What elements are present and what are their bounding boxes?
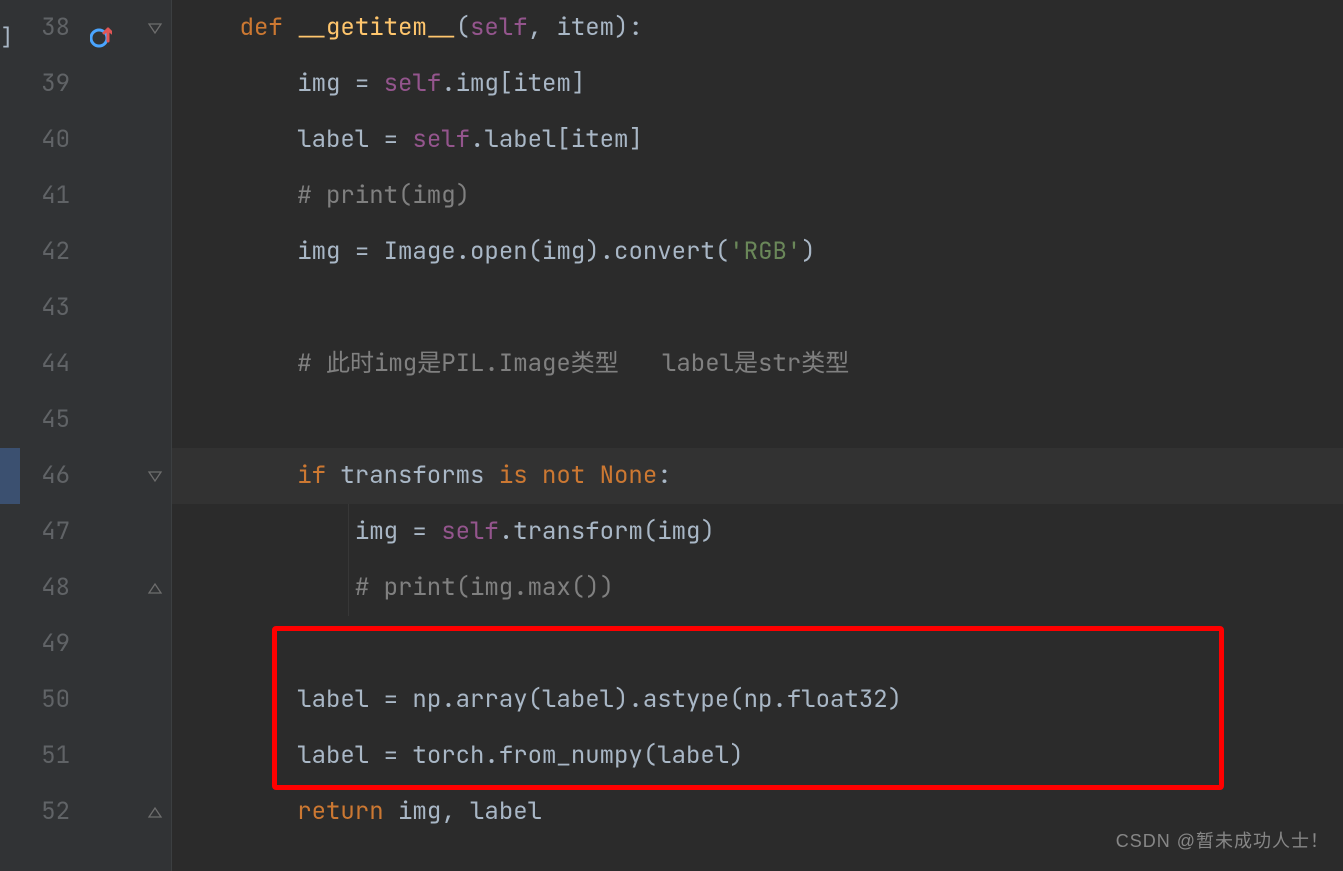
watermark-text: CSDN @暂未成功人士！ [1116,813,1329,869]
keyword-def: def [240,12,298,43]
fold-bracket-icon: ] [0,10,13,66]
line-number[interactable]: 46 [20,448,70,504]
code-area[interactable]: def __getitem__(self, item): img = self.… [172,0,1343,871]
code-line[interactable] [182,392,1343,448]
string-literal: 'RGB' [729,236,801,267]
comment: # print(img.max()) [355,572,614,603]
code-line[interactable]: img = self.transform(img) [182,504,1343,560]
fold-end-handle-icon[interactable] [147,580,163,596]
line-number[interactable]: 52 [20,784,70,840]
fold-column[interactable] [138,0,172,871]
line-number[interactable]: 49 [20,616,70,672]
comment: # print(img) [297,180,470,211]
code-line[interactable]: if transforms is not None: [182,448,1343,504]
code-line[interactable]: def __getitem__(self, item): [182,0,1343,56]
gutter-left-edge: ] [0,0,20,871]
keyword-if: if [297,460,340,491]
comment: # 此时img是PIL.Image类型 label是str类型 [297,348,849,379]
line-number[interactable]: 43 [20,280,70,336]
code-line[interactable]: img = self.img[item] [182,56,1343,112]
code-line[interactable]: # 此时img是PIL.Image类型 label是str类型 [182,336,1343,392]
self-param: self [470,12,528,43]
caret-line-marker [0,448,20,504]
line-number[interactable]: 44 [20,336,70,392]
line-number[interactable]: 41 [20,168,70,224]
line-number[interactable]: 51 [20,728,70,784]
code-line[interactable]: label = torch.from_numpy(label) [182,728,1343,784]
line-number[interactable]: 42 [20,224,70,280]
code-line[interactable]: # print(img) [182,168,1343,224]
fold-end-handle-icon[interactable] [147,804,163,820]
fold-handle-icon[interactable] [147,468,163,484]
line-number[interactable]: 39 [20,56,70,112]
line-number[interactable]: 40 [20,112,70,168]
code-line[interactable]: label = self.label[item] [182,112,1343,168]
line-number[interactable]: 48 [20,560,70,616]
line-number[interactable]: 45 [20,392,70,448]
code-editor[interactable]: ] 38 39 40 41 42 43 44 45 46 47 48 49 50… [0,0,1343,871]
function-name: __getitem__ [297,12,455,43]
code-line[interactable]: # print(img.max()) [182,560,1343,616]
line-number[interactable]: 38 [20,0,70,56]
code-line[interactable]: label = np.array(label).astype(np.float3… [182,672,1343,728]
code-line[interactable] [182,616,1343,672]
gutter-icon-column [80,0,138,871]
override-method-icon[interactable] [90,14,112,36]
code-line[interactable] [182,280,1343,336]
line-number-gutter[interactable]: 38 39 40 41 42 43 44 45 46 47 48 49 50 5… [20,0,80,871]
code-line[interactable]: img = Image.open(img).convert('RGB') [182,224,1343,280]
keyword-return: return [297,796,398,827]
fold-handle-icon[interactable] [147,20,163,36]
line-number[interactable]: 50 [20,672,70,728]
line-number[interactable]: 47 [20,504,70,560]
